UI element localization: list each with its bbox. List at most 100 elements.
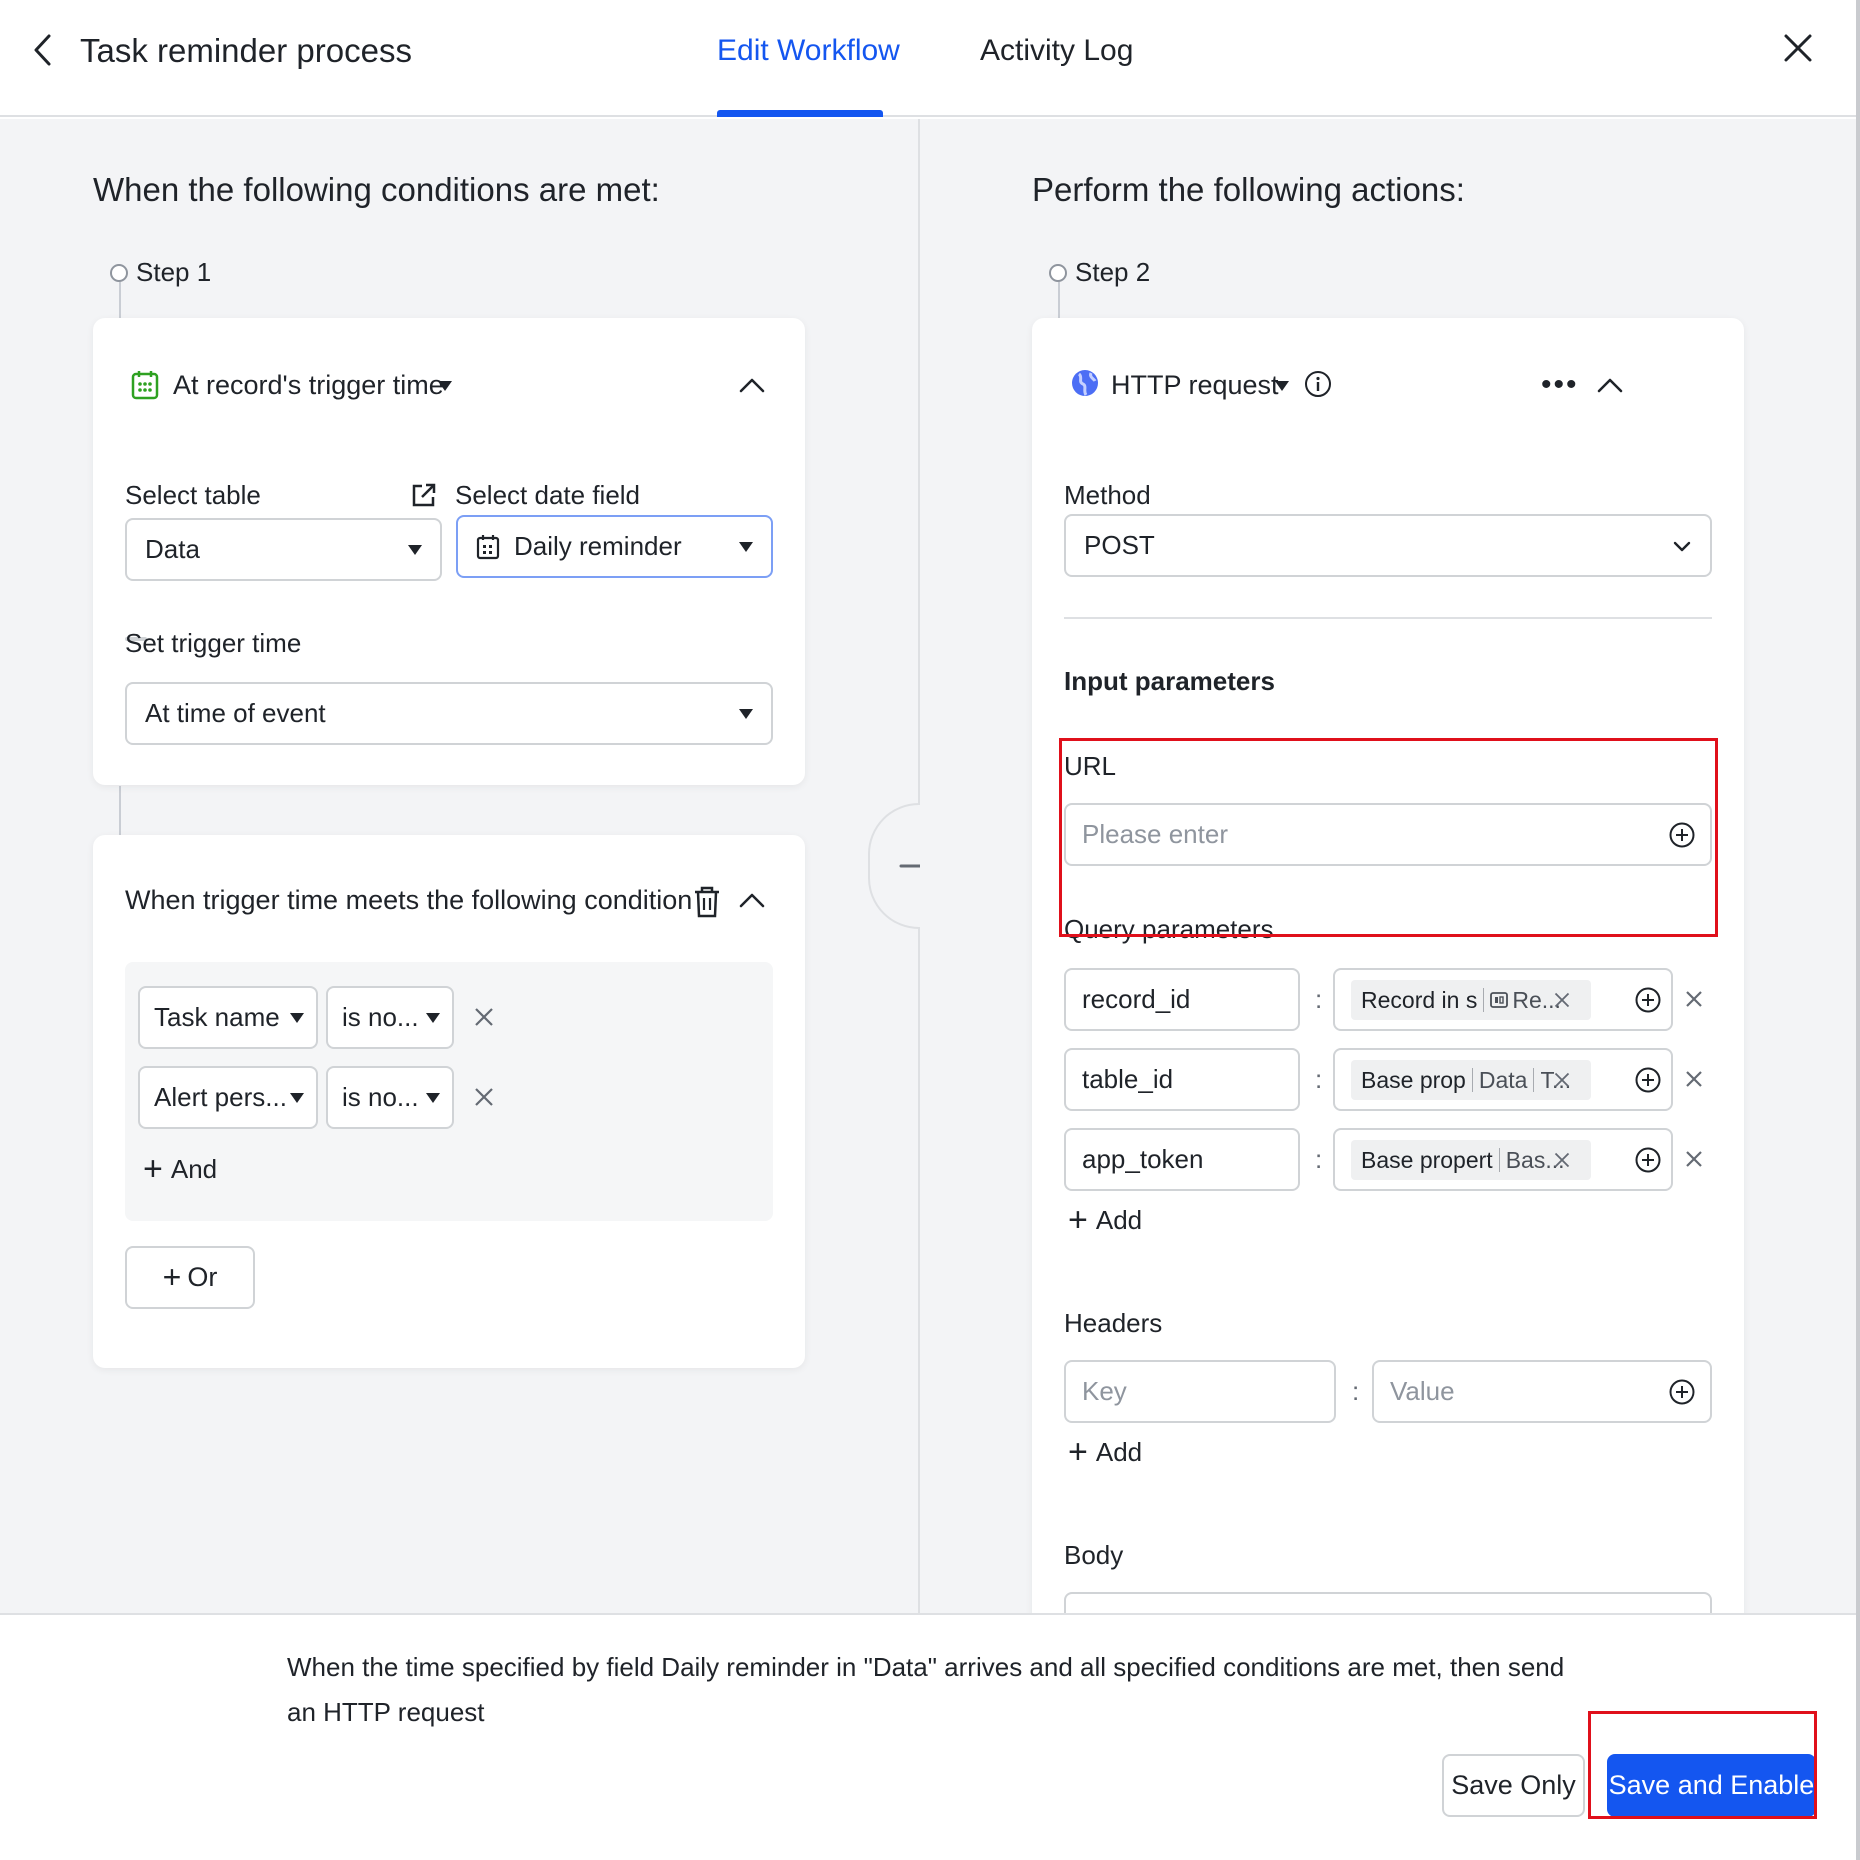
query-value-input[interactable]: Record in s Re... [1333, 968, 1673, 1031]
trigger-type-selector[interactable]: At record's trigger time [173, 370, 444, 401]
insert-variable-icon[interactable] [1634, 986, 1662, 1014]
active-tab-indicator [717, 110, 883, 117]
caret-down-icon [408, 544, 422, 555]
remove-tag-icon[interactable] [1549, 1147, 1575, 1173]
query-key-input[interactable]: table_id [1064, 1048, 1300, 1111]
actions-heading: Perform the following actions: [1032, 171, 1465, 208]
page-title: Task reminder process [80, 32, 412, 69]
chevron-up-icon[interactable] [737, 370, 767, 405]
condition-operator-value: is no... [342, 1082, 419, 1112]
save-and-enable-button[interactable]: Save and Enable [1607, 1754, 1816, 1817]
chevron-up-icon[interactable] [1595, 370, 1625, 405]
globe-icon [1070, 368, 1100, 403]
caret-down-icon [739, 708, 753, 719]
query-parameters-label: Query parameters [1064, 914, 1274, 944]
caret-down-icon [290, 1092, 304, 1103]
key-value-separator: : [1315, 1144, 1323, 1174]
url-input[interactable]: Please enter [1064, 803, 1712, 866]
add-label: Add [1095, 1204, 1143, 1235]
query-key-input[interactable]: app_token [1064, 1128, 1300, 1191]
open-external-icon[interactable] [410, 481, 438, 514]
header: Task reminder process Edit Workflow Acti… [0, 0, 1860, 117]
condition-operator-select[interactable]: is no... [326, 986, 454, 1049]
method-label: Method [1064, 480, 1151, 510]
condition-operator-value: is no... [342, 1002, 419, 1032]
key-value-separator: : [1315, 984, 1323, 1014]
step-1-indicator: Step 1 [110, 257, 211, 288]
actions-panel: Perform the following actions: Step 2 HT… [920, 119, 1856, 1613]
caret-down-icon[interactable] [1275, 381, 1289, 391]
conditions-heading: When the following conditions are met: [93, 171, 660, 208]
step-connector [1058, 282, 1060, 322]
http-request-card: HTTP request ••• Method POST Input param… [1032, 318, 1744, 1613]
table-select[interactable]: Data [125, 518, 442, 581]
step-2-indicator: Step 2 [1049, 257, 1150, 288]
date-field-select[interactable]: Daily reminder [456, 515, 773, 578]
caret-down-icon [426, 1012, 440, 1023]
window-scrollbar[interactable] [1856, 0, 1860, 1860]
close-icon[interactable] [1778, 28, 1818, 68]
trash-icon[interactable] [693, 886, 721, 923]
insert-variable-icon[interactable] [1668, 821, 1696, 849]
plus-icon: + [143, 1150, 163, 1188]
calendar-icon [131, 370, 159, 405]
plus-icon: + [1068, 1433, 1088, 1471]
query-value-input[interactable]: Base propert Bas... [1333, 1128, 1673, 1191]
remove-tag-icon[interactable] [1549, 1067, 1575, 1093]
remove-parameter-icon[interactable] [1680, 985, 1708, 1013]
chevron-down-icon [1673, 541, 1691, 552]
header-value-input[interactable]: Value [1372, 1360, 1712, 1423]
add-query-parameter-button[interactable]: + Add [1068, 1203, 1142, 1237]
date-field-value: Daily reminder [514, 531, 682, 561]
trigger-time-select[interactable]: At time of event [125, 682, 773, 745]
remove-tag-icon[interactable] [1549, 987, 1575, 1013]
condition-field-value: Task name [154, 1002, 280, 1032]
step-1-label: Step 1 [136, 257, 212, 287]
remove-parameter-icon[interactable] [1680, 1065, 1708, 1093]
action-type-selector[interactable]: HTTP request [1111, 370, 1279, 401]
condition-operator-select[interactable]: is no... [326, 1066, 454, 1129]
query-key-input[interactable]: record_id [1064, 968, 1300, 1031]
header-key-input[interactable]: Key [1064, 1360, 1336, 1423]
condition-field-select[interactable]: Alert pers... [138, 1066, 318, 1129]
or-label: Or [187, 1262, 218, 1292]
workflow-summary: When the time specified by field Daily r… [287, 1652, 1565, 1727]
step-dot-icon [110, 263, 128, 282]
tab-activity-log[interactable]: Activity Log [980, 34, 1133, 68]
info-icon[interactable] [1304, 370, 1332, 403]
back-arrow-icon[interactable] [24, 30, 64, 70]
save-only-button[interactable]: Save Only [1442, 1754, 1585, 1817]
caret-down-icon [426, 1092, 440, 1103]
remove-parameter-icon[interactable] [1680, 1145, 1708, 1173]
add-header-button[interactable]: + Add [1068, 1435, 1142, 1469]
input-parameters-heading: Input parameters [1064, 666, 1275, 696]
query-value-input[interactable]: Base prop Data T... [1333, 1048, 1673, 1111]
add-label: Add [1095, 1436, 1143, 1467]
condition-field-select[interactable]: Task name [138, 986, 318, 1049]
body-input[interactable] [1064, 1592, 1712, 1613]
add-or-condition-button[interactable]: + Or [125, 1246, 255, 1309]
tab-edit-workflow[interactable]: Edit Workflow [717, 34, 900, 68]
insert-variable-icon[interactable] [1668, 1378, 1696, 1406]
remove-condition-icon[interactable] [470, 1003, 498, 1031]
chevron-up-icon[interactable] [737, 885, 767, 920]
more-options-icon[interactable]: ••• [1541, 370, 1579, 400]
select-date-field-label: Select date field [455, 480, 641, 510]
remove-condition-icon[interactable] [470, 1083, 498, 1111]
tag-label: Record in s [1361, 986, 1478, 1013]
footer: When the time specified by field Daily r… [0, 1613, 1856, 1860]
plus-icon: + [1068, 1201, 1088, 1239]
method-select[interactable]: POST [1064, 514, 1712, 577]
caret-down-icon[interactable] [438, 381, 452, 391]
step-2-label: Step 2 [1075, 257, 1151, 287]
add-and-condition-button[interactable]: + And [143, 1152, 217, 1186]
header-value-placeholder: Value [1390, 1376, 1455, 1406]
key-value-separator: : [1315, 1064, 1323, 1094]
and-label: And [170, 1153, 218, 1184]
insert-variable-icon[interactable] [1634, 1146, 1662, 1174]
date-field-icon [476, 534, 500, 559]
select-table-label: Select table [125, 480, 261, 510]
insert-variable-icon[interactable] [1634, 1066, 1662, 1094]
plus-icon: + [162, 1259, 182, 1295]
table-select-value: Data [145, 534, 200, 564]
